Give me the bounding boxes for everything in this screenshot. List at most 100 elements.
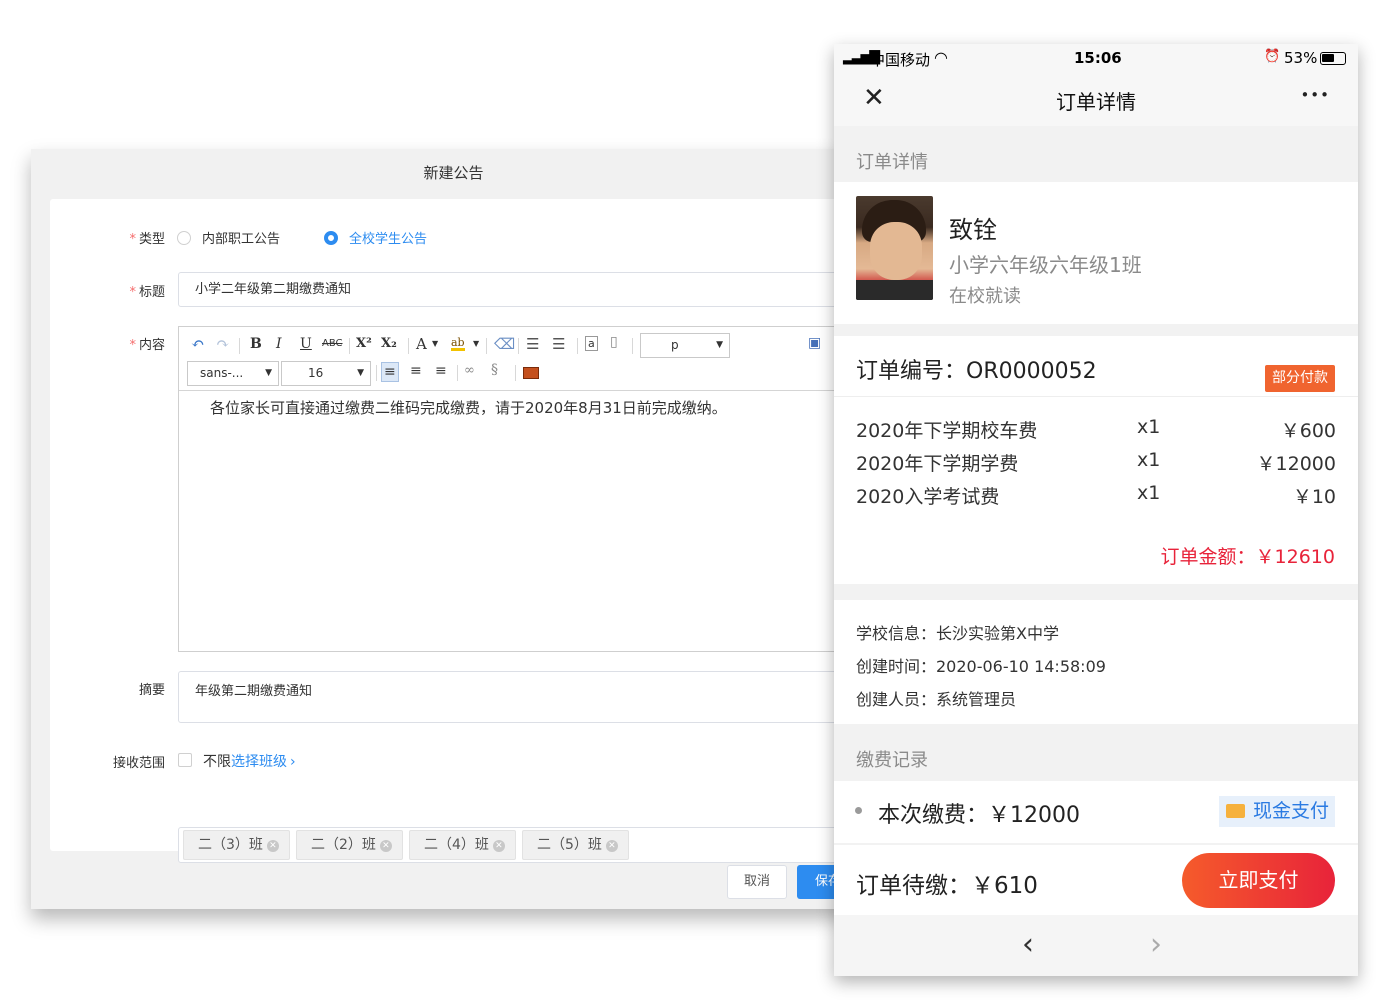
toolbar-divider [376, 365, 377, 381]
fullscreen-icon[interactable]: ▣ [808, 335, 821, 351]
status-badge: 部分付款 [1265, 365, 1335, 392]
created-by: 创建人员：系统管理员 [856, 690, 1017, 709]
dialog-title: 新建公告 [423, 164, 484, 182]
format-select[interactable]: p ▼ [640, 333, 730, 358]
title-input[interactable]: 小学二年级第二期缴费通知 [178, 272, 880, 307]
toolbar-divider [408, 338, 409, 354]
close-icon[interactable]: ✕ [266, 840, 279, 852]
eraser-icon[interactable]: ⌫ [494, 335, 515, 353]
toolbar-divider [486, 338, 487, 354]
section-payment-records: 缴费记录 [856, 750, 928, 771]
undo-icon[interactable]: ↶ [191, 334, 204, 353]
page-icon[interactable]: ▯ [610, 334, 618, 350]
payment-amount: 本次缴费：￥12000 [878, 803, 1080, 828]
class-tag: 二（5）班 ✕ [522, 830, 629, 860]
order-total: 订单金额：￥12610 [1160, 546, 1335, 568]
order-item: 2020年下学期校车费 x1 ￥600 [856, 416, 1336, 442]
radio-student-notice[interactable]: 全校学生公告 [324, 228, 427, 247]
chevron-down-icon: ▼ [473, 339, 480, 348]
rich-text-editor: ↶ ↷ B I U ABC X² X₂ A ▼ ab ▼ ⌫ ☰ ☰ a ▯ p… [178, 326, 880, 652]
font-size-select[interactable]: 16 ▼ [281, 361, 371, 386]
close-icon[interactable]: ✕ [605, 840, 618, 852]
order-card: 订单编号：OR0000052 部分付款 2020年下学期校车费 x1 ￥600 … [834, 336, 1358, 584]
toolbar-divider [239, 338, 240, 354]
pending-amount: 订单待缴：￥610 [856, 873, 1038, 899]
strikethrough-button[interactable]: ABC [322, 338, 343, 349]
footer-bar: 订单待缴：￥610 立即支付 [834, 845, 1358, 915]
clock: 15:06 [1074, 49, 1122, 67]
scope-label: 接收范围 [112, 756, 165, 771]
wifi-icon: ◠ [934, 48, 948, 67]
toolbar-divider [349, 338, 350, 354]
redo-icon[interactable]: ↷ [216, 334, 229, 353]
italic-button[interactable]: I [276, 336, 282, 352]
subscript-button[interactable]: X₂ [381, 336, 397, 351]
bullet-icon [855, 807, 862, 814]
anchor-icon[interactable]: a [585, 336, 598, 351]
select-class-link[interactable]: 选择班级 [231, 754, 287, 770]
chevron-down-icon: ▼ [265, 368, 272, 378]
font-color-button[interactable]: A [416, 335, 427, 353]
student-class: 小学六年级六年级1班 [949, 253, 1142, 277]
battery-level: 53% [1284, 49, 1318, 67]
more-icon[interactable]: ••• [1300, 86, 1330, 104]
unlink-icon[interactable]: § [491, 362, 498, 378]
new-announcement-dialog: 新建公告 * 类型 内部职工公告 全校学生公告 * 标题 小学二年级第二期缴费通知 … [31, 149, 891, 909]
content-label: * 内容 [129, 338, 165, 353]
unlimited-checkbox[interactable] [178, 753, 192, 767]
nav-title: 订单详情 [1056, 90, 1136, 114]
align-left-icon[interactable]: ≡ [381, 362, 399, 382]
unordered-list-icon[interactable]: ☰ [552, 335, 565, 353]
link-icon[interactable]: ∞ [464, 363, 475, 378]
editor-content[interactable]: 各位家长可直接通过缴费二维码完成缴费，请于2020年8月31日前完成缴纳。 [210, 397, 727, 418]
close-icon[interactable]: ✕ [492, 840, 505, 852]
student-name: 致铨 [949, 216, 997, 244]
editor-toolbar: ↶ ↷ B I U ABC X² X₂ A ▼ ab ▼ ⌫ ☰ ☰ a ▯ p… [179, 327, 879, 391]
divider [834, 396, 1358, 397]
created-time: 创建时间：2020-06-10 14:58:09 [856, 657, 1106, 676]
chevron-down-icon: ▼ [432, 339, 439, 348]
forward-arrow-icon[interactable]: › [1150, 927, 1162, 962]
student-card: 致铨 小学六年级六年级1班 在校就读 [834, 182, 1358, 324]
cancel-button[interactable]: 取消 [727, 865, 787, 899]
toolbar-divider [457, 365, 458, 381]
class-tag: 二（4）班 ✕ [409, 830, 516, 860]
radio-selected-icon [324, 230, 338, 245]
font-family-select[interactable]: sans-... ▼ [187, 361, 279, 386]
student-avatar [856, 196, 933, 300]
status-bar: ▂▃▅▇ 中国移动 ◠ 15:06 ⏰ 53% [834, 44, 1358, 74]
back-arrow-icon[interactable]: ‹ [1022, 927, 1034, 962]
pay-now-button[interactable]: 立即支付 [1182, 853, 1335, 908]
cash-icon [1226, 804, 1245, 818]
close-icon[interactable]: ✕ [379, 840, 392, 852]
info-card: 学校信息：长沙实验第X中学 创建时间：2020-06-10 14:58:09 创… [834, 600, 1358, 724]
summary-input[interactable]: 年级第二期缴费通知 [178, 671, 880, 723]
school-info: 学校信息：长沙实验第X中学 [856, 624, 1059, 643]
scope-options: 不限选择班级 › [203, 751, 296, 771]
nav-bar: ✕ 订单详情 ••• [834, 74, 1358, 126]
order-number: 订单编号：OR0000052 [856, 359, 1097, 384]
ordered-list-icon[interactable]: ☰ [526, 335, 539, 353]
student-status: 在校就读 [949, 286, 1021, 307]
toolbar-divider [515, 365, 516, 381]
align-center-icon[interactable]: ≡ [410, 363, 422, 379]
order-item: 2020入学考试费 x1 ￥10 [856, 482, 1336, 508]
bold-button[interactable]: B [250, 336, 262, 352]
class-tag: 二（2）班 ✕ [296, 830, 403, 860]
mobile-order-screen: ▂▃▅▇ 中国移动 ◠ 15:06 ⏰ 53% ✕ 订单详情 ••• 订单详情 … [834, 44, 1358, 976]
highlight-button[interactable]: ab [451, 337, 465, 351]
chevron-right-icon: › [290, 754, 296, 770]
underline-button[interactable]: U [300, 336, 312, 352]
payment-record: 本次缴费：￥12000 现金支付 [834, 781, 1358, 843]
toolbar-divider [632, 338, 633, 354]
align-right-icon[interactable]: ≡ [435, 363, 447, 379]
summary-label: 摘要 [138, 683, 165, 698]
title-label: * 标题 [129, 285, 165, 300]
chevron-down-icon: ▼ [357, 368, 364, 378]
radio-staff-notice[interactable]: 内部职工公告 [177, 228, 280, 247]
toolbar-divider [518, 338, 519, 354]
image-icon[interactable] [523, 367, 539, 379]
unlimited-label: 不限 [203, 754, 231, 770]
superscript-button[interactable]: X² [356, 336, 372, 351]
carrier: 中国移动 [870, 51, 931, 69]
